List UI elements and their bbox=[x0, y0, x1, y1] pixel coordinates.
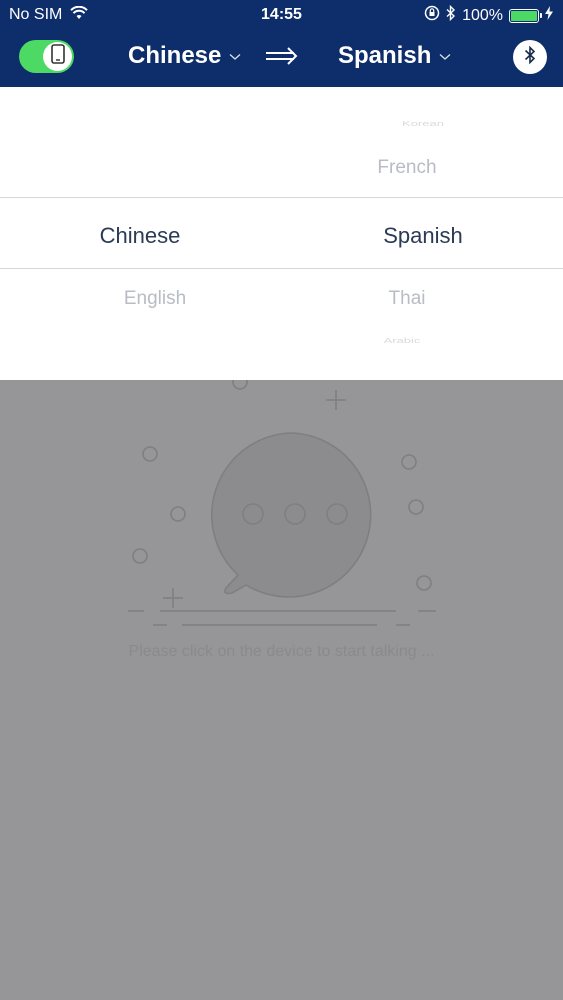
device-mode-toggle[interactable] bbox=[19, 40, 74, 73]
source-language-label: Chinese bbox=[128, 42, 222, 69]
target-language-selector[interactable]: Spanish bbox=[338, 42, 451, 70]
phone-icon bbox=[50, 44, 65, 69]
chevron-down-icon bbox=[229, 48, 241, 64]
battery-icon bbox=[509, 8, 542, 23]
status-bar: No SIM 14:55 100% bbox=[0, 0, 563, 30]
right-picker-option[interactable]: French bbox=[267, 157, 547, 179]
source-language-selector[interactable]: Chinese bbox=[128, 42, 241, 70]
charging-icon bbox=[545, 6, 553, 25]
bluetooth-status-icon bbox=[446, 4, 456, 26]
status-right: 100% bbox=[424, 4, 553, 26]
picker-selection-bottom-line bbox=[0, 268, 563, 269]
left-picker-option[interactable]: English bbox=[15, 288, 295, 310]
battery-level bbox=[511, 10, 537, 21]
language-picker: Chinese English Korean French Spanish Th… bbox=[0, 87, 563, 380]
rotation-lock-icon bbox=[424, 5, 440, 26]
empty-state: Please click on the device to start talk… bbox=[0, 380, 563, 1000]
chevron-down-icon bbox=[439, 48, 451, 64]
right-picker-option[interactable]: Arabic bbox=[262, 336, 542, 344]
right-picker-option[interactable]: Thai bbox=[267, 288, 547, 310]
target-language-label: Spanish bbox=[338, 42, 432, 69]
battery-percent: 100% bbox=[462, 6, 503, 24]
language-bar: Chinese Spanish bbox=[0, 30, 563, 87]
left-picker-selected[interactable]: Chinese bbox=[0, 223, 280, 249]
bluetooth-button[interactable] bbox=[513, 40, 547, 74]
swap-languages-icon[interactable] bbox=[264, 46, 298, 71]
bluetooth-icon bbox=[524, 45, 536, 70]
picker-selection-top-line bbox=[0, 197, 563, 198]
toggle-knob bbox=[43, 42, 72, 71]
chat-bubble-illustration bbox=[128, 380, 436, 626]
right-picker-option[interactable]: Korean bbox=[283, 119, 563, 127]
right-picker-selected[interactable]: Spanish bbox=[283, 223, 563, 249]
empty-state-hint: Please click on the device to start talk… bbox=[128, 643, 435, 660]
